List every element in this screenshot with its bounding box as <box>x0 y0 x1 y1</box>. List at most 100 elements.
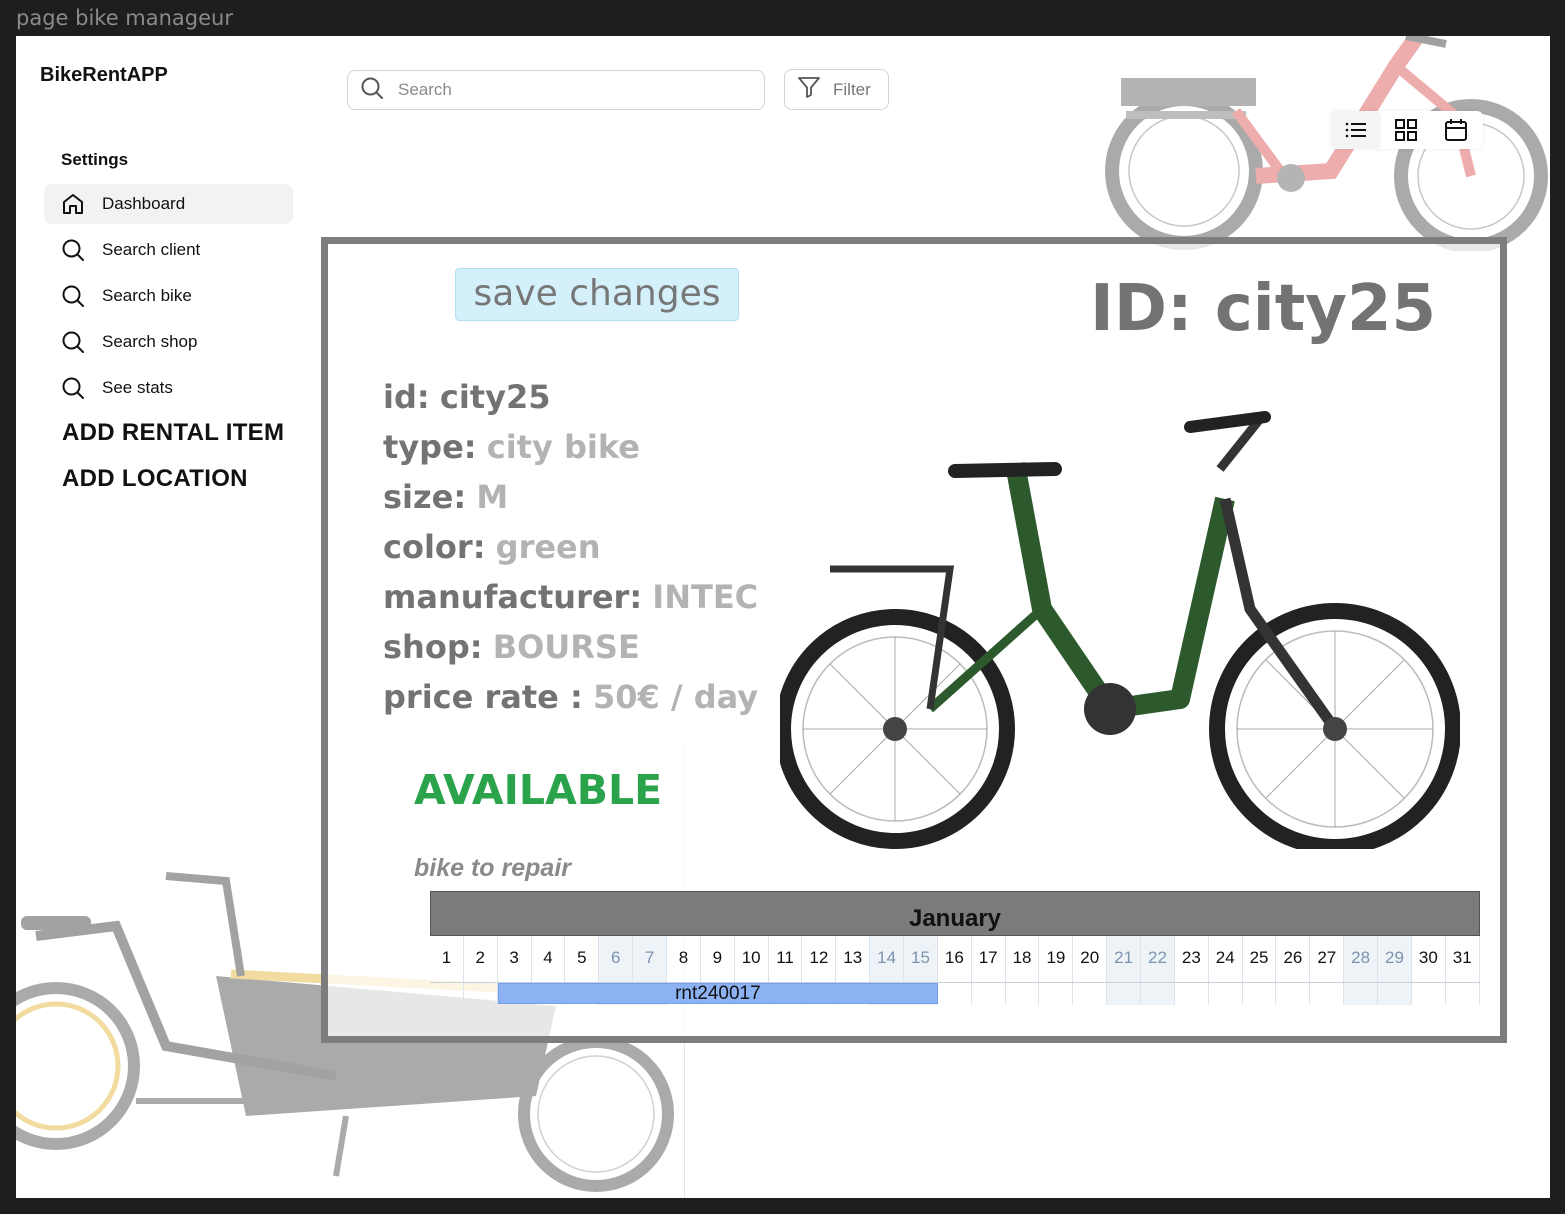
calendar-day[interactable]: 30 <box>1412 936 1446 982</box>
calendar-icon <box>1445 119 1467 141</box>
calendar-day[interactable]: 17 <box>972 936 1006 982</box>
sidebar-item-search-bike[interactable]: Search bike <box>44 276 293 316</box>
calendar-bookings-row: rnt240017 <box>430 982 1480 1005</box>
calendar-booking-cell[interactable] <box>1344 983 1379 1005</box>
attr-id: id: city25 <box>383 378 551 416</box>
sidebar-item-label: Search bike <box>102 286 192 305</box>
attr-type-value: city bike <box>486 428 640 466</box>
calendar-booking-cell[interactable] <box>430 983 464 1005</box>
sidebar-item-search-client[interactable]: Search client <box>44 230 293 270</box>
grid-view-button[interactable] <box>1381 111 1431 149</box>
calendar-booking-cell[interactable] <box>1039 983 1074 1005</box>
calendar-booking-cell[interactable] <box>1243 983 1277 1005</box>
calendar-day[interactable]: 18 <box>1006 936 1040 982</box>
attr-color[interactable]: color: green <box>383 522 758 572</box>
calendar-days-row: 1 2 3 4 5 6 7 8 9 10 11 12 13 14 15 16 17 18 19 20 21 22 23 24 2… <box>430 936 1480 982</box>
calendar-booking-cell[interactable] <box>1378 983 1412 1005</box>
attr-id-value: city25 <box>439 378 551 416</box>
search-icon <box>360 76 384 105</box>
search-input[interactable] <box>396 79 740 101</box>
search-bar[interactable] <box>347 70 765 110</box>
calendar-day[interactable]: 9 <box>701 936 735 982</box>
calendar-booking-cell[interactable] <box>938 983 972 1005</box>
frame-label: page bike manageur <box>16 6 233 30</box>
calendar-day[interactable]: 22 <box>1141 936 1175 982</box>
filter-button[interactable]: Filter <box>784 69 889 110</box>
calendar-day[interactable]: 10 <box>735 936 769 982</box>
calendar-view-button[interactable] <box>1431 111 1481 149</box>
calendar-booking-cell[interactable] <box>1209 983 1243 1005</box>
attr-type[interactable]: type: city bike <box>383 422 758 472</box>
repair-note[interactable]: bike to repair <box>414 854 571 883</box>
sidebar-item-search-shop[interactable]: Search shop <box>44 322 293 362</box>
calendar-day[interactable]: 8 <box>667 936 701 982</box>
calendar-day[interactable]: 14 <box>870 936 905 982</box>
calendar-day[interactable]: 7 <box>633 936 668 982</box>
calendar-day[interactable]: 2 <box>464 936 498 982</box>
calendar-day[interactable]: 11 <box>769 936 803 982</box>
calendar-day[interactable]: 24 <box>1209 936 1243 982</box>
calendar-day[interactable]: 6 <box>599 936 634 982</box>
calendar-day[interactable]: 3 <box>498 936 532 982</box>
sidebar-item-dashboard[interactable]: Dashboard <box>44 184 293 224</box>
search-icon <box>61 330 85 354</box>
calendar-day[interactable]: 1 <box>430 936 464 982</box>
calendar-day[interactable]: 26 <box>1276 936 1311 982</box>
calendar-booking-cell[interactable] <box>1107 983 1142 1005</box>
attr-size[interactable]: size: M <box>383 472 758 522</box>
calendar-booking-cell[interactable] <box>1073 983 1108 1005</box>
calendar-booking-cell[interactable] <box>1141 983 1175 1005</box>
list-view-button[interactable] <box>1331 111 1381 149</box>
bike-attributes: id: city25 type: city bike size: M color… <box>383 372 758 722</box>
calendar-booking-cell[interactable] <box>972 983 1006 1005</box>
calendar-day[interactable]: 13 <box>836 936 871 982</box>
calendar-day[interactable]: 19 <box>1039 936 1074 982</box>
sidebar-item-label: Search client <box>102 240 201 259</box>
calendar-day[interactable]: 27 <box>1310 936 1345 982</box>
calendar-day[interactable]: 16 <box>938 936 972 982</box>
list-icon <box>1345 122 1366 138</box>
sidebar-nav: Dashboard Search client Search bike Sear… <box>44 184 293 414</box>
sidebar-item-label: See stats <box>102 378 173 397</box>
filter-label: Filter <box>833 79 871 99</box>
attr-shop[interactable]: shop: BOURSE <box>383 622 758 672</box>
add-rental-item-link[interactable]: ADD RENTAL ITEM <box>62 419 284 447</box>
calendar-day[interactable]: 23 <box>1175 936 1209 982</box>
calendar-booking-cell[interactable] <box>464 983 498 1005</box>
calendar-day[interactable]: 21 <box>1107 936 1142 982</box>
calendar-day[interactable]: 4 <box>532 936 566 982</box>
attr-price-rate[interactable]: price rate : 50€ / day <box>383 672 758 722</box>
calendar-day[interactable]: 15 <box>904 936 938 982</box>
sidebar-item-see-stats[interactable]: See stats <box>44 368 293 408</box>
attr-shop-value: BOURSE <box>492 628 640 666</box>
attr-price-rate-value: 50€ / day <box>592 678 759 716</box>
attr-color-value: green <box>495 528 601 566</box>
calendar-booking-cell[interactable] <box>1446 983 1480 1005</box>
app-title: BikeRentAPP <box>40 64 168 86</box>
availability-status: AVAILABLE <box>414 766 663 814</box>
calendar-booking-cell[interactable] <box>1175 983 1209 1005</box>
calendar-day[interactable]: 31 <box>1446 936 1480 982</box>
app-canvas: BikeRentAPP Filter Settings Dashboard <box>16 36 1550 1198</box>
calendar-day[interactable]: 20 <box>1073 936 1108 982</box>
booking-bar[interactable]: rnt240017 <box>497 983 939 1004</box>
calendar-day[interactable]: 25 <box>1243 936 1277 982</box>
calendar-booking-cell[interactable] <box>1006 983 1040 1005</box>
calendar-booking-cell[interactable] <box>1310 983 1345 1005</box>
calendar-day[interactable]: 5 <box>565 936 600 982</box>
attr-manufacturer[interactable]: manufacturer: INTEC <box>383 572 758 622</box>
calendar-booking-cell[interactable] <box>1276 983 1311 1005</box>
bike-detail-panel: save changes ID: city25 id: city25 type:… <box>321 237 1507 1043</box>
grid-icon <box>1395 119 1417 141</box>
calendar-booking-cell[interactable] <box>1412 983 1446 1005</box>
sidebar-item-label: Search shop <box>102 332 198 351</box>
save-changes-button[interactable]: save changes <box>455 268 739 321</box>
home-icon <box>61 192 85 216</box>
search-icon <box>61 238 85 262</box>
add-location-link[interactable]: ADD LOCATION <box>62 465 248 493</box>
bike-image <box>780 411 1460 849</box>
calendar-day[interactable]: 29 <box>1378 936 1412 982</box>
calendar-day[interactable]: 28 <box>1344 936 1379 982</box>
sidebar-item-label: Dashboard <box>102 194 186 213</box>
calendar-day[interactable]: 12 <box>802 936 837 982</box>
